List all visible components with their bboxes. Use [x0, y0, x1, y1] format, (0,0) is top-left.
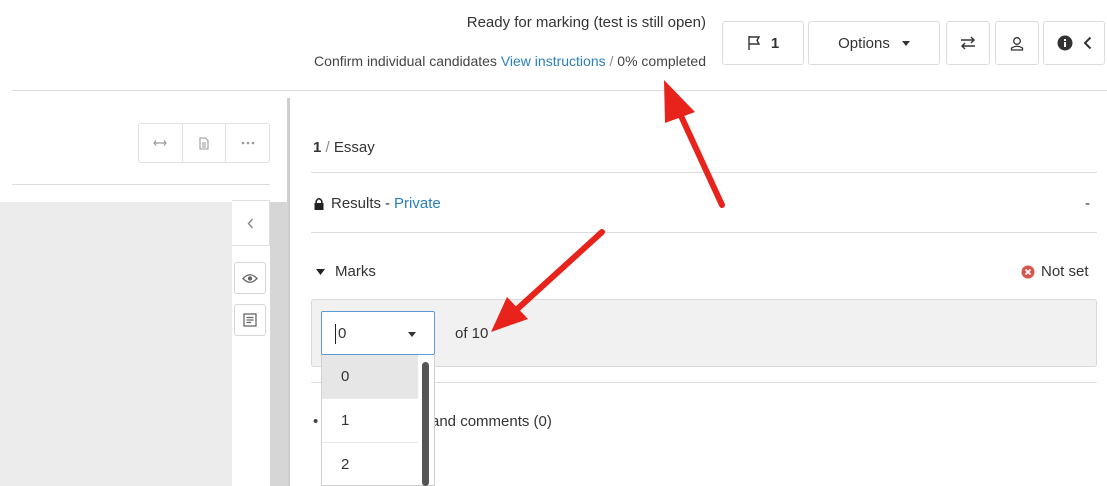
arrow-to-progress: [664, 80, 725, 208]
annotation-arrows: [491, 80, 725, 332]
arrow-to-marks-total: [491, 229, 605, 332]
